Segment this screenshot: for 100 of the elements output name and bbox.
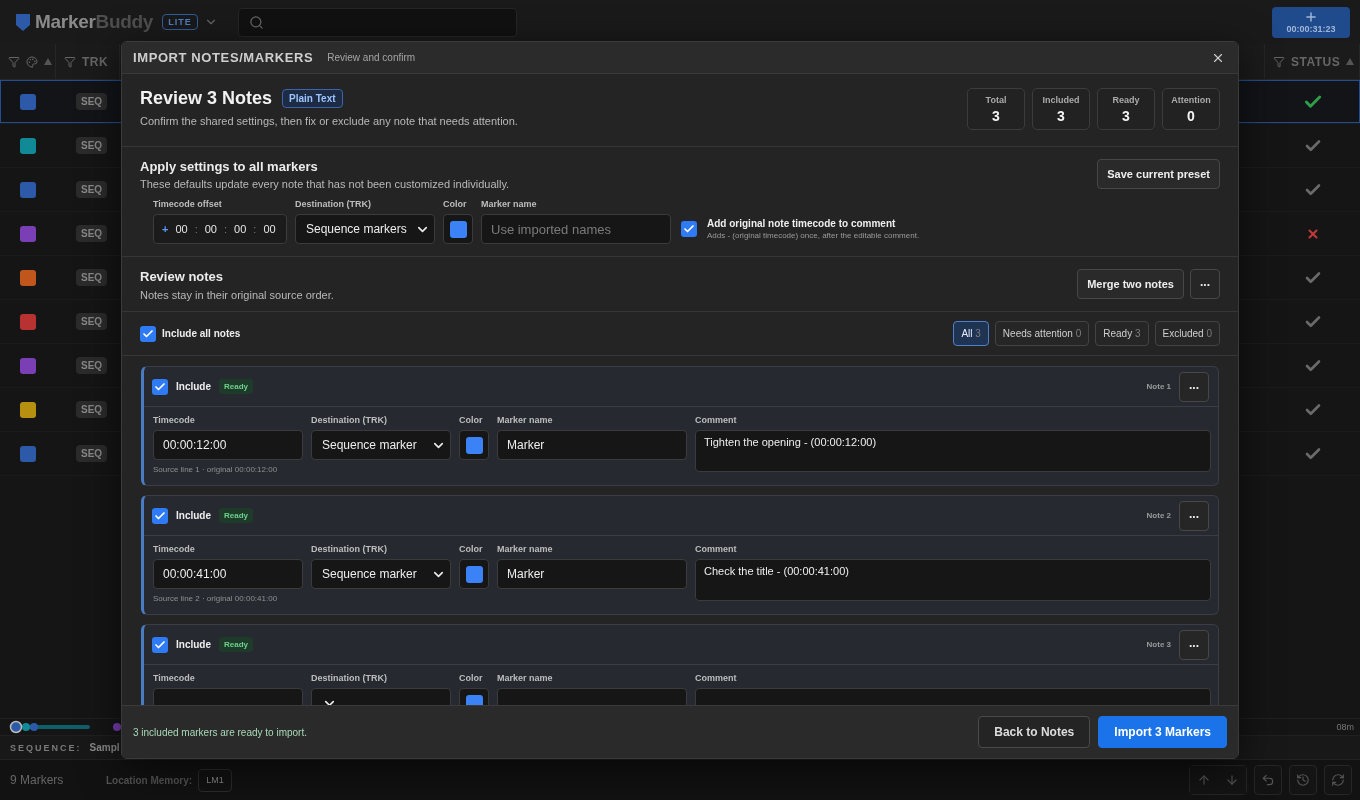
filter-chip[interactable]: Excluded 0 [1154, 321, 1220, 346]
back-button[interactable]: Back to Notes [978, 716, 1091, 748]
arrow-down-icon [1225, 773, 1239, 787]
track-badge: SEQ [76, 445, 108, 462]
destination-select[interactable]: Sequence marker [311, 430, 451, 460]
save-preset-button[interactable]: Save current preset [1097, 159, 1220, 189]
sequence-name: Sampl [89, 742, 120, 753]
include-checkbox[interactable] [152, 507, 168, 524]
source-line: Source line 2 · original 00:00:41:00 [153, 594, 279, 603]
field-label: Destination (TRK) [311, 673, 388, 683]
checkbox-label: Add original note timecode to comment [707, 218, 897, 229]
stat-label: Ready [1112, 94, 1140, 105]
shield-icon [16, 13, 30, 31]
more-button[interactable]: ... [1179, 500, 1209, 531]
merge-notes-button[interactable]: Merge two notes [1077, 269, 1184, 299]
track-badge: SEQ [76, 137, 108, 154]
marker-name-field[interactable]: Marker [497, 430, 687, 460]
check-icon [683, 223, 695, 235]
filter-icon[interactable] [64, 55, 76, 68]
status-badge: Ready [219, 637, 254, 652]
history-button[interactable] [1289, 765, 1317, 795]
more-button[interactable]: ... [1179, 629, 1209, 660]
field-label: Timecode [153, 415, 196, 425]
include-checkbox[interactable] [152, 378, 168, 395]
destination-select[interactable]: Sequence markers [295, 214, 435, 244]
refresh-button[interactable] [1324, 765, 1352, 795]
review-description: Confirm the shared settings, then fix or exclude any note that needs attention. [140, 115, 518, 127]
destination-select[interactable]: Sequence marker [311, 559, 451, 589]
import-status-text: 3 included markers are ready to import. [133, 726, 307, 738]
stat-value: 3 [1057, 107, 1065, 124]
field-label: Marker name [481, 199, 538, 209]
field-label: Color [459, 673, 484, 683]
comment-field[interactable]: Check the title - (00:00:41:00) [695, 559, 1211, 601]
more-button[interactable]: ... [1190, 269, 1220, 299]
status-badge: Ready [219, 379, 254, 394]
field-label: Timecode [153, 673, 196, 683]
section-title: Apply settings to all markers [140, 159, 319, 174]
note-number: Note 3 [1146, 640, 1171, 649]
track-badge: SEQ [76, 313, 108, 330]
dialog-subtitle: Review and confirm [327, 52, 416, 63]
sort-icon[interactable] [44, 58, 52, 65]
comment-field[interactable]: Tighten the opening - (00:00:12:00) [695, 430, 1211, 472]
status-badge: Ready [219, 508, 254, 523]
timecode-offset-field[interactable]: + 00 : 00 : 00 : 00 [153, 214, 287, 244]
sort-icon[interactable] [1346, 58, 1355, 65]
timecode-field[interactable]: 00:00:12:00 [153, 430, 303, 460]
check-icon [142, 327, 154, 340]
field-label: Comment [695, 544, 738, 554]
stat-label: Attention [1171, 94, 1211, 105]
field-label: Destination (TRK) [311, 544, 388, 554]
section-description: Notes stay in their original source order. [140, 289, 334, 301]
edition-badge: LITE [162, 14, 198, 30]
plus-icon [1304, 10, 1318, 24]
checkbox-label: Include [176, 381, 211, 392]
filter-chip[interactable]: All 3 [953, 321, 989, 346]
add-marker-button[interactable]: 00:00:31:23 [1272, 6, 1350, 38]
arrow-up-icon [1197, 773, 1211, 787]
history-icon [1296, 773, 1310, 787]
field-label: Marker name [497, 673, 554, 683]
marker-name-field[interactable]: Use imported names [481, 214, 671, 244]
filter-icon[interactable] [1273, 55, 1285, 68]
section-description: These defaults update every note that has not been customized individually. [140, 178, 511, 190]
color-picker[interactable] [459, 430, 489, 460]
track-badge: SEQ [76, 181, 108, 198]
undo-button[interactable] [1254, 765, 1282, 795]
color-picker[interactable] [443, 214, 473, 244]
checkbox-label: Include all notes [162, 328, 241, 339]
include-all-checkbox[interactable] [140, 325, 156, 342]
undo-icon [1261, 773, 1275, 787]
marker-name-field[interactable]: Marker [497, 559, 687, 589]
note-number: Note 1 [1146, 382, 1171, 391]
field-label: Marker name [497, 544, 554, 554]
append-timecode-checkbox[interactable] [681, 221, 697, 237]
filter-chip[interactable]: Ready 3 [1095, 321, 1149, 346]
import-button[interactable]: Import 3 Markers [1098, 716, 1227, 748]
review-title: Review 3 Notes [140, 88, 273, 109]
search-field[interactable] [237, 7, 517, 37]
refresh-icon [1331, 773, 1345, 787]
check-icon [154, 380, 166, 393]
palette-icon[interactable] [26, 55, 38, 68]
marker-count: 9 Markers [10, 773, 65, 787]
format-badge: Plain Text [282, 89, 343, 108]
field-label: Color [459, 415, 484, 425]
timecode-field[interactable]: 00:00:41:00 [153, 559, 303, 589]
field-label: Comment [695, 673, 738, 683]
more-button[interactable]: ... [1179, 371, 1209, 402]
timeline-end-label: 08m [1336, 722, 1354, 732]
stat-value: 3 [992, 107, 1000, 124]
include-checkbox[interactable] [152, 636, 168, 653]
field-label: Color [459, 544, 484, 554]
filter-icon[interactable] [8, 55, 20, 68]
stat-label: Total [985, 94, 1007, 105]
check-icon [154, 509, 166, 522]
sequence-label: SEQUENCE: [10, 742, 82, 753]
field-label: Destination (TRK) [311, 415, 388, 425]
filter-chip[interactable]: Needs attention 0 [994, 321, 1090, 346]
track-badge: SEQ [76, 269, 108, 286]
color-picker[interactable] [459, 559, 489, 589]
memory-slot-button[interactable]: LM1 [198, 768, 232, 792]
track-badge: SEQ [76, 401, 108, 418]
